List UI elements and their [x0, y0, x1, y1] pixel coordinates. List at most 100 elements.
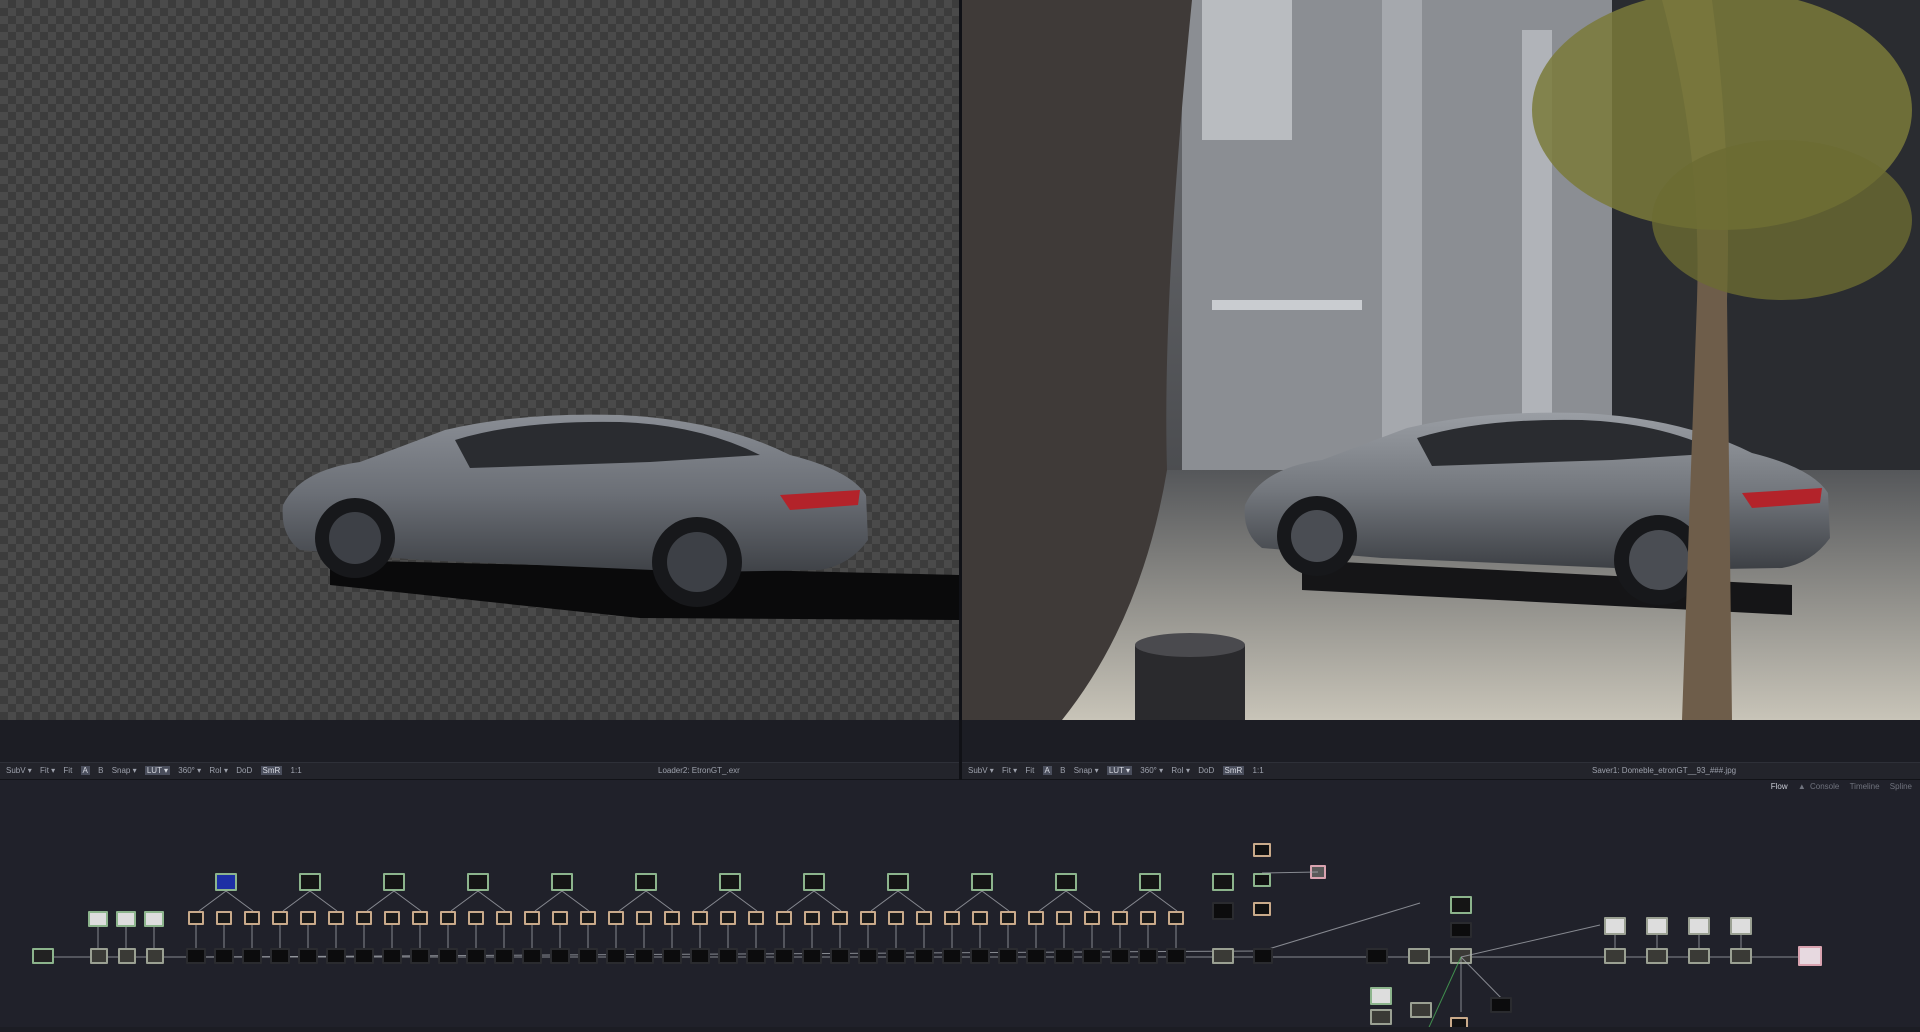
- node-thumbnail: [720, 950, 736, 962]
- buffer-a-button[interactable]: A: [1042, 766, 1052, 775]
- roi-dropdown[interactable]: RoI ▾: [209, 766, 228, 775]
- 360-dropdown[interactable]: 360° ▾: [1140, 766, 1163, 775]
- node-thumbnail: [1214, 904, 1232, 918]
- fit-dropdown[interactable]: Fit ▾: [1002, 766, 1017, 775]
- node-thumbnail: [692, 950, 708, 962]
- connection-line: [561, 890, 590, 912]
- connection-line: [366, 890, 395, 912]
- connection-line: [1460, 924, 1601, 958]
- smr-button[interactable]: SmR: [1222, 766, 1245, 775]
- buffer-a-button[interactable]: A: [80, 766, 90, 775]
- node-thumbnail: [526, 913, 538, 923]
- connection-line: [1149, 890, 1178, 912]
- node-thumbnail: [1452, 924, 1470, 936]
- buffer-b-button[interactable]: B: [1060, 766, 1065, 775]
- node-thumbnail: [1255, 950, 1271, 962]
- tab-spline[interactable]: Spline: [1890, 782, 1912, 791]
- connection-line: [1261, 902, 1421, 952]
- node-thumbnail: [1368, 950, 1386, 962]
- node-thumbnail: [470, 913, 482, 923]
- fit-button[interactable]: Fit: [63, 766, 72, 775]
- node-thumbnail: [1372, 989, 1390, 1003]
- node-thumbnail: [860, 950, 876, 962]
- node-thumbnail: [1410, 950, 1428, 962]
- node-thumbnail: [888, 950, 904, 962]
- node-thumbnail: [778, 913, 790, 923]
- zoom-1to1-button[interactable]: 1:1: [291, 766, 302, 775]
- bollard: [1135, 633, 1245, 720]
- node-thumbnail: [217, 875, 235, 889]
- node-thumbnail: [328, 950, 344, 962]
- snap-dropdown[interactable]: Snap ▾: [1074, 766, 1099, 775]
- connection-line: [618, 890, 647, 912]
- node-thumbnail: [1112, 950, 1128, 962]
- subview-dropdown[interactable]: SubV ▾: [968, 766, 994, 775]
- node-thumbnail: [1690, 950, 1708, 962]
- connection-line: [450, 890, 479, 912]
- subview-dropdown[interactable]: SubV ▾: [6, 766, 32, 775]
- buffer-b-button[interactable]: B: [98, 766, 103, 775]
- node-thumbnail: [805, 875, 823, 889]
- node-thumbnail: [722, 913, 734, 923]
- node-thumbnail: [442, 913, 454, 923]
- node-thumbnail: [694, 913, 706, 923]
- connection-line: [1261, 871, 1319, 874]
- node-thumbnail: [1002, 913, 1014, 923]
- lut-dropdown[interactable]: LUT ▾: [1106, 766, 1133, 775]
- node-thumbnail: [1255, 845, 1269, 855]
- node-thumbnail: [890, 913, 902, 923]
- left-viewer-toolbar: SubV ▾ Fit ▾ Fit A B Snap ▾ LUT ▾ 360° ▾…: [0, 762, 959, 780]
- node-thumbnail: [1800, 948, 1820, 964]
- node-thumbnail: [637, 875, 655, 889]
- node-thumbnail: [440, 950, 456, 962]
- right-viewer[interactable]: [962, 0, 1920, 720]
- node-thumbnail: [1058, 913, 1070, 923]
- node-thumbnail: [1056, 950, 1072, 962]
- node-thumbnail: [721, 875, 739, 889]
- tab-flow[interactable]: Flow: [1771, 782, 1788, 791]
- connection-line: [282, 890, 311, 912]
- node-thumbnail: [1452, 898, 1470, 912]
- left-viewer-canvas: [0, 0, 959, 720]
- connection-line: [954, 890, 983, 912]
- node-thumbnail: [146, 913, 162, 925]
- smr-button[interactable]: SmR: [260, 766, 283, 775]
- connection-line: [309, 890, 338, 912]
- panel-tabs: Flow ▲ Console Timeline Spline: [1763, 781, 1912, 793]
- node-thumbnail: [1141, 875, 1159, 889]
- tab-console[interactable]: Console: [1810, 782, 1839, 791]
- 360-dropdown[interactable]: 360° ▾: [178, 766, 201, 775]
- node-thumbnail: [414, 913, 426, 923]
- node-thumbnail: [188, 950, 204, 962]
- connection-line: [1038, 890, 1067, 912]
- fit-button[interactable]: Fit: [1025, 766, 1034, 775]
- node-thumbnail: [1732, 950, 1750, 962]
- snap-dropdown[interactable]: Snap ▾: [112, 766, 137, 775]
- flow-node-editor[interactable]: Flow ▲ Console Timeline Spline: [0, 780, 1920, 1032]
- connection-line: [198, 890, 227, 912]
- roi-dropdown[interactable]: RoI ▾: [1171, 766, 1190, 775]
- node-thumbnail: [750, 913, 762, 923]
- node-thumbnail: [918, 913, 930, 923]
- node-thumbnail: [118, 913, 134, 925]
- dod-button[interactable]: DoD: [236, 766, 252, 775]
- node-thumbnail: [120, 950, 134, 962]
- connection-line: [729, 890, 758, 912]
- node-thumbnail: [300, 950, 316, 962]
- node-thumbnail: [666, 913, 678, 923]
- node-thumbnail: [34, 950, 52, 962]
- node-thumbnail: [1030, 913, 1042, 923]
- node-thumbnail: [1606, 950, 1624, 962]
- node-thumbnail: [806, 913, 818, 923]
- lut-dropdown[interactable]: LUT ▾: [144, 766, 171, 775]
- tab-timeline[interactable]: Timeline: [1850, 782, 1880, 791]
- node-thumbnail: [1168, 950, 1184, 962]
- dod-button[interactable]: DoD: [1198, 766, 1214, 775]
- connection-line: [1122, 890, 1151, 912]
- left-viewer[interactable]: [0, 0, 959, 720]
- zoom-1to1-button[interactable]: 1:1: [1253, 766, 1264, 775]
- node-thumbnail: [916, 950, 932, 962]
- fit-dropdown[interactable]: Fit ▾: [40, 766, 55, 775]
- node-thumbnail: [638, 913, 650, 923]
- node-thumbnail: [1492, 999, 1510, 1011]
